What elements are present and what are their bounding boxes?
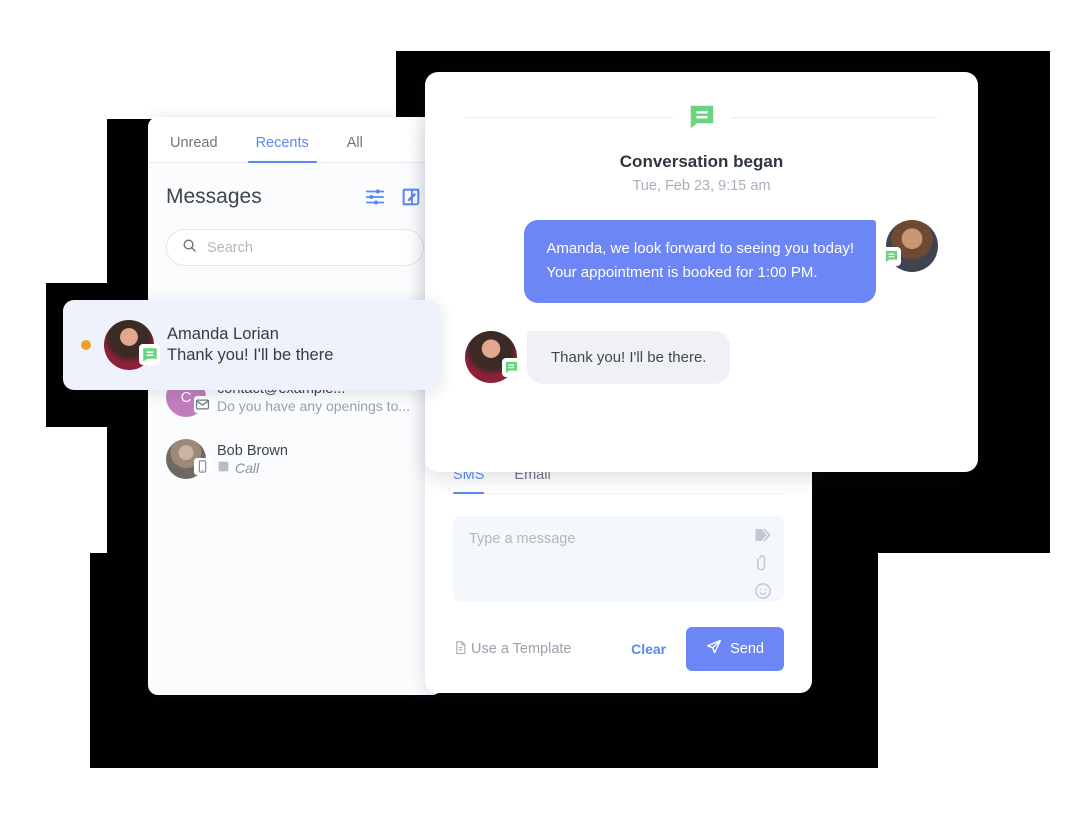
search-container: Search — [148, 209, 442, 266]
composer-inner: SMS Email Type a message Use a Template … — [425, 467, 812, 693]
document-icon — [453, 640, 468, 659]
message-bubble: Thank you! I'll be there. — [527, 330, 731, 384]
tab-recents[interactable]: Recents — [247, 135, 317, 163]
list-item-text: Bob Brown Call — [217, 443, 288, 476]
list-header: Messages — [148, 163, 442, 209]
message-input-placeholder: Type a message — [469, 531, 576, 547]
highlighted-row-name: Amanda Lorian — [167, 325, 279, 343]
message-bubble: Amanda, we look forward to seeing you to… — [524, 220, 876, 303]
composer-input-icons — [754, 526, 772, 600]
envelope-icon — [194, 396, 211, 413]
message-list-panel: Unread Recents All Messages Search C Do … — [148, 117, 442, 695]
use-template-label: Use a Template — [471, 641, 572, 657]
send-button[interactable]: Send — [686, 627, 784, 671]
conversation-card: Conversation began Tue, Feb 23, 9:15 am … — [425, 72, 978, 472]
emoji-smiley-icon[interactable] — [754, 582, 772, 600]
message-outgoing: Amanda, we look forward to seeing you to… — [465, 220, 938, 303]
conversation-divider — [465, 102, 938, 132]
sms-chat-icon — [882, 247, 901, 266]
message-line: Your appointment is booked for 1:00 PM. — [546, 264, 818, 282]
sms-chat-icon — [139, 344, 160, 365]
conversation-date: Tue, Feb 23, 9:15 am — [632, 178, 771, 194]
unread-indicator-dot — [81, 340, 91, 350]
list-item[interactable]: Bob Brown Call — [148, 428, 442, 490]
search-input[interactable]: Search — [166, 229, 424, 266]
highlighted-conversation-row[interactable]: Amanda Lorian Thank you! I'll be there — [63, 300, 440, 390]
avatar — [104, 320, 160, 370]
avatar — [465, 330, 521, 383]
avatar — [882, 220, 938, 272]
list-item-name: Bob Brown — [217, 442, 288, 459]
message-input[interactable]: Type a message — [453, 516, 784, 601]
divider-line-right — [730, 116, 938, 118]
list-item-preview: Do you have any openings to... — [217, 397, 411, 414]
message-line: Amanda, we look forward to seeing you to… — [546, 240, 854, 257]
paper-plane-icon — [706, 639, 722, 659]
list-item-preview-wrap: Call — [217, 460, 288, 476]
page-title: Messages — [166, 185, 262, 208]
tab-all[interactable]: All — [339, 135, 371, 162]
mobile-phone-icon — [194, 458, 211, 475]
highlighted-row-preview: Thank you! I'll be there — [167, 346, 334, 364]
search-icon — [182, 238, 197, 258]
paperclip-icon[interactable] — [754, 554, 772, 572]
list-header-actions — [364, 186, 422, 208]
tab-unread[interactable]: Unread — [162, 135, 226, 162]
sliders-filter-icon[interactable] — [364, 186, 386, 208]
sms-chat-icon — [687, 102, 717, 132]
use-template-button[interactable]: Use a Template — [453, 640, 571, 659]
compose-pencil-icon[interactable] — [400, 186, 422, 208]
list-tabs: Unread Recents All — [148, 117, 442, 163]
highlighted-row-text: Amanda Lorian Thank you! I'll be there — [167, 325, 333, 365]
search-placeholder: Search — [207, 239, 253, 256]
divider-line-left — [465, 116, 673, 118]
composer-actions: Use a Template Clear Send — [453, 627, 784, 671]
conversation-title: Conversation began — [619, 152, 784, 171]
send-label: Send — [730, 641, 764, 657]
message-incoming: Thank you! I'll be there. — [465, 330, 938, 384]
clear-button[interactable]: Clear — [631, 641, 666, 657]
phone-icon — [217, 460, 230, 476]
sms-chat-icon — [502, 357, 521, 377]
composition-stage: Unread Recents All Messages Search C Do … — [0, 0, 1075, 814]
tag-label-icon[interactable] — [754, 526, 772, 544]
list-item-preview: Call — [235, 459, 260, 476]
avatar — [166, 439, 211, 479]
